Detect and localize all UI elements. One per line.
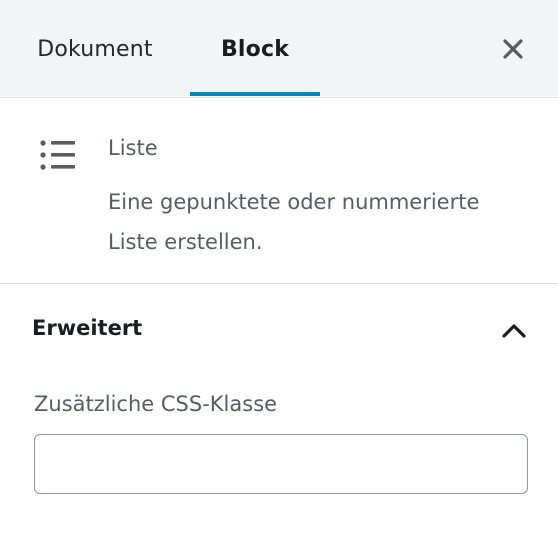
tab-block-label: Block	[220, 36, 290, 62]
advanced-panel-toggle[interactable]: Erweitert	[0, 284, 558, 380]
advanced-panel-title: Erweitert	[32, 316, 143, 340]
active-tab-indicator	[190, 92, 320, 96]
block-description: Eine gepunktete oder nummerierte Liste e…	[108, 190, 480, 254]
close-button[interactable]	[494, 30, 532, 68]
tab-document[interactable]: Dokument	[14, 0, 176, 98]
tab-block[interactable]: Block	[190, 0, 320, 98]
sidebar-header: Dokument Block	[0, 0, 558, 98]
chevron-up-icon	[502, 324, 526, 338]
list-icon	[40, 140, 75, 170]
tab-document-label: Dokument	[37, 36, 153, 62]
close-icon	[503, 39, 523, 59]
css-class-input[interactable]	[34, 434, 528, 494]
block-card: Liste Eine gepunktete oder nummerierte L…	[0, 98, 558, 284]
block-settings-sidebar: Dokument Block Liste Eine gepunktete ode…	[0, 0, 558, 544]
block-title: Liste	[108, 136, 158, 160]
css-class-label: Zusätzliche CSS-Klasse	[34, 392, 278, 416]
